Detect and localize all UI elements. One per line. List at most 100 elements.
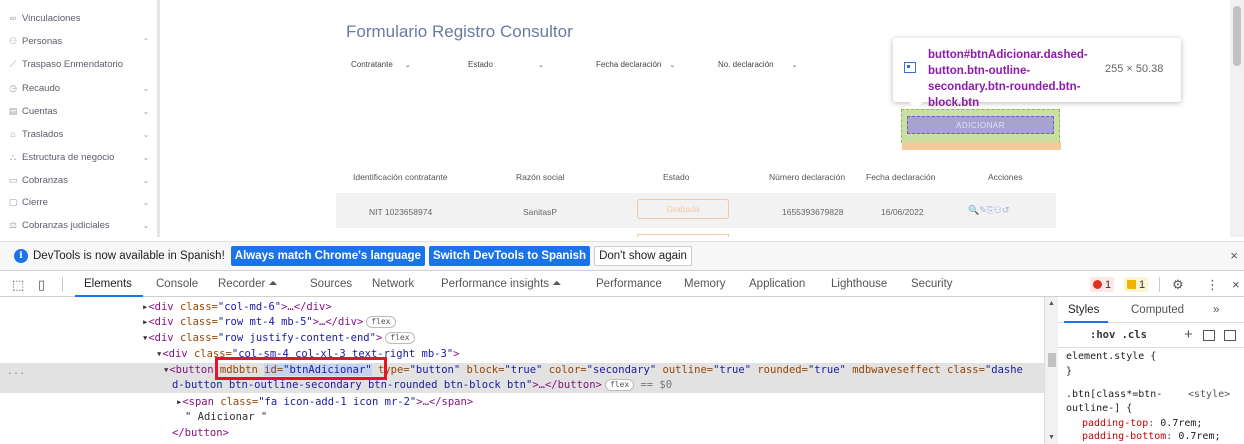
adicionar-button[interactable]: ADICIONAR	[907, 116, 1054, 134]
selector: .btn[class*=btn-	[1066, 389, 1163, 400]
cell-razon-social: SanitasP	[523, 207, 558, 217]
inspect-icon[interactable]: ⬚	[12, 277, 24, 293]
btn-rule-selector[interactable]: .btn[class*=btn-	[1066, 389, 1162, 400]
scrollbar-thumb[interactable]	[1233, 6, 1241, 66]
close-icon[interactable]: ×	[1232, 277, 1240, 292]
flex-badge[interactable]: flex	[366, 316, 396, 328]
computed-styles-icon[interactable]	[1203, 330, 1215, 341]
tab-sources[interactable]: Sources	[310, 278, 352, 290]
attr: color=	[542, 364, 587, 376]
tab-recorder[interactable]: Recorder ⏶	[218, 278, 278, 291]
sidebar-item-cobranzas-judiciales[interactable]: ⚖ Cobranzas judiciales ⌄	[0, 215, 156, 235]
scroll-down-icon[interactable]: ▼	[1048, 434, 1055, 441]
dom-node-row-mt-4[interactable]: ▸<div class="row mt-4 mb-5">…</div> flex	[142, 315, 396, 330]
sidebar-toggle-icon[interactable]	[1224, 330, 1236, 341]
app-sidebar: ∞ Vinculaciones ⚇ Personas ⌃ ⟋ Traspaso …	[0, 0, 160, 237]
tab-computed[interactable]: Computed	[1131, 304, 1184, 316]
styles-tabs: Styles Computed »	[1058, 297, 1244, 323]
element-style-rule[interactable]: element.style {	[1066, 351, 1156, 362]
dom-node-button-continued[interactable]: d-button btn-outline-secondary btn-round…	[172, 378, 672, 393]
switch-spanish-button[interactable]: Switch DevTools to Spanish	[428, 246, 591, 266]
sidebar-item-traslados[interactable]: ⌂ Traslados ⌄	[0, 124, 156, 144]
device-toolbar-icon[interactable]: ▯	[38, 277, 45, 293]
flex-badge[interactable]: flex	[604, 379, 635, 391]
tab-more[interactable]: »	[1213, 304, 1219, 316]
sidebar-item-personas[interactable]: ⚇ Personas ⌃	[0, 31, 156, 51]
dom-node-button-close[interactable]: </button>	[172, 426, 229, 441]
chevron-down-icon: ⌄	[142, 220, 150, 230]
page-scrollbar[interactable]	[1230, 0, 1244, 237]
attr-value: "row justify-content-end"	[217, 332, 376, 344]
css-declaration[interactable]: padding-bottom: 0.7rem;	[1082, 431, 1221, 442]
tab-network[interactable]: Network	[372, 278, 414, 290]
attr: class=	[213, 396, 259, 408]
node-ellipsis[interactable]: ...	[7, 366, 25, 377]
styles-filter-bar: :hov .cls +	[1058, 324, 1244, 348]
chevron-down-icon: ⌄	[142, 106, 150, 116]
attr: outline=	[656, 364, 714, 376]
dont-show-again-button[interactable]: Don't show again	[594, 246, 692, 266]
chevron-down-icon: ⌄	[791, 61, 798, 69]
col-fecha-declaracion: Fecha declaración	[866, 172, 936, 182]
hov-cls-toggle[interactable]: :hov .cls	[1090, 329, 1147, 341]
tag: <div	[148, 332, 174, 344]
scrollbar-thumb[interactable]	[1048, 353, 1056, 367]
tag: <button	[169, 364, 214, 376]
more-icon[interactable]: ⋮	[1206, 277, 1219, 293]
attr: class=	[173, 332, 218, 344]
tag: >…</div>	[312, 316, 364, 328]
gear-icon[interactable]: ⚙	[1172, 277, 1184, 293]
sidebar-item-label: Cuentas	[22, 105, 58, 117]
sidebar-item-recaudo[interactable]: ◷ Recaudo ⌄	[0, 78, 156, 98]
tab-styles[interactable]: Styles	[1068, 304, 1099, 316]
tab-security[interactable]: Security	[911, 278, 953, 290]
scroll-up-icon[interactable]: ▲	[1048, 300, 1055, 307]
divider	[62, 277, 63, 292]
devtools-tabbar: ⬚ ▯ Elements Console Recorder ⏶ Sources …	[0, 270, 1244, 297]
close-icon[interactable]: ×	[1230, 248, 1238, 263]
sidebar-item-estructura-de-negocio[interactable]: ⛬ Estructura de negocio ⌄	[0, 147, 156, 167]
dom-node-col-md-6[interactable]: ▸<div class="col-md-6">…</div>	[142, 300, 332, 315]
tab-console[interactable]: Console	[156, 278, 198, 290]
adicionar-button-highlight[interactable]: ADICIONAR	[901, 109, 1061, 150]
tooltip-element-name: button#btnAdicionar.dashed-button.btn-ou…	[928, 49, 1088, 109]
error-badge[interactable]: 1	[1090, 277, 1115, 292]
sidebar-item-cobranzas[interactable]: ▭ Cobranzas ⌄	[0, 170, 156, 190]
edit-icon: ⟋	[9, 58, 17, 69]
elements-scrollbar[interactable]: ▲ ▼	[1044, 297, 1058, 444]
dom-text-node[interactable]: " Adicionar "	[185, 410, 267, 425]
flex-badge[interactable]: flex	[385, 332, 415, 344]
add-rule-icon[interactable]: +	[1184, 326, 1193, 343]
filter-estado[interactable]: Estado ⌄	[468, 60, 544, 69]
tab-performance[interactable]: Performance	[596, 278, 662, 290]
tab-elements[interactable]: Elements	[84, 278, 132, 290]
tab-application[interactable]: Application	[749, 278, 805, 290]
tag: >…</button>	[532, 379, 602, 391]
sidebar-item-cuentas[interactable]: ▤ Cuentas ⌄	[0, 101, 156, 121]
css-declaration[interactable]: padding-top: 0.7rem;	[1082, 418, 1202, 429]
actions-icons[interactable]: 🔍✎⎘⚇↺	[968, 205, 1010, 216]
row-actions[interactable]: 🔍✎⎘⚇↺	[968, 205, 1010, 216]
chevron-down-icon: ⌄	[142, 83, 150, 93]
tab-memory[interactable]: Memory	[684, 278, 726, 290]
filter-contratante[interactable]: Contratante ⌄	[351, 60, 411, 69]
source-link[interactable]: <style>	[1188, 389, 1230, 400]
filter-label: Contratante	[351, 60, 393, 69]
sidebar-item-traspaso-enmendatorio[interactable]: ⟋ Traspaso Enmendatorio	[0, 54, 156, 74]
tab-performance-insights[interactable]: Performance insights ⏶	[441, 278, 561, 291]
filter-no-declaracion[interactable]: No. declaración ⌄	[718, 60, 797, 69]
tab-lighthouse[interactable]: Lighthouse	[831, 278, 887, 290]
rule-source[interactable]: <style>	[1188, 389, 1230, 400]
attr: class=	[173, 316, 218, 328]
margin-overlay	[902, 142, 1061, 150]
sidebar-item-cierre[interactable]: ▢ Cierre ⌄	[0, 192, 156, 212]
col-estado: Estado	[663, 172, 690, 182]
styles-pane: Styles Computed » :hov .cls + element.st…	[1058, 297, 1244, 444]
filter-fecha-declaracion[interactable]: Fecha declaración ⌄	[596, 60, 675, 69]
sidebar-item-vinculaciones[interactable]: ∞ Vinculaciones	[0, 8, 156, 28]
warning-badge[interactable]: 1	[1124, 277, 1149, 292]
dom-node-span-icon[interactable]: ▸<span class="fa icon-add-1 icon mr-2">……	[176, 395, 473, 410]
match-language-button[interactable]: Always match Chrome's language	[230, 246, 425, 266]
dom-node-row-justify[interactable]: ▾<div class="row justify-content-end"> fl…	[142, 331, 415, 346]
sidebar-item-label: Cobranzas	[22, 174, 68, 186]
